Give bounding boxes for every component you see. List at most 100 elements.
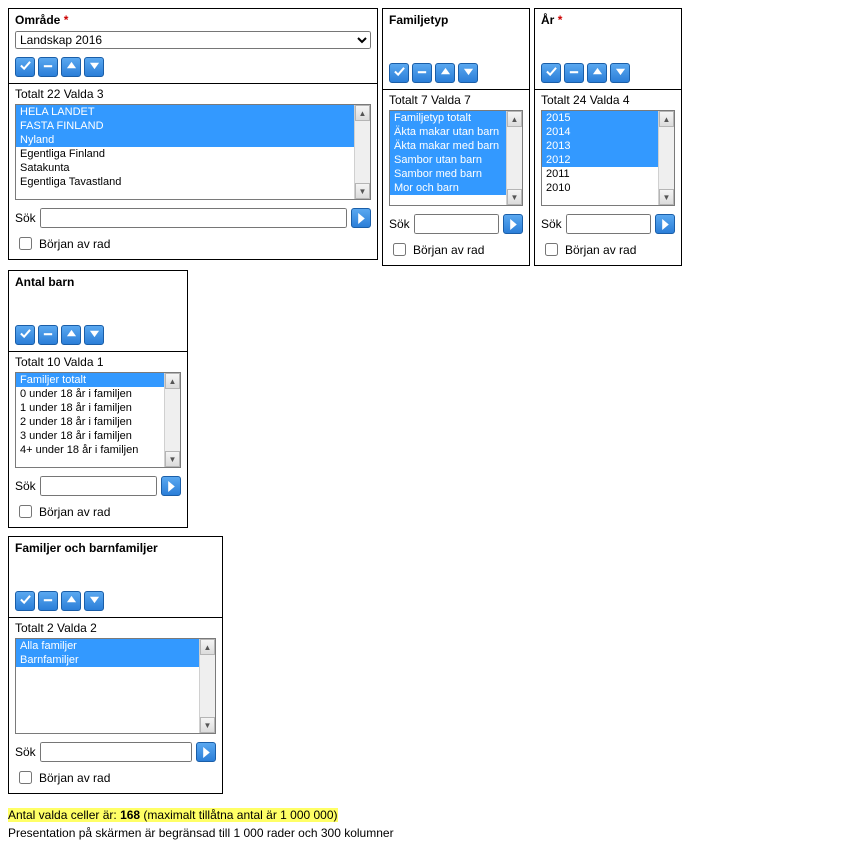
list-item[interactable]: Familjer totalt <box>16 373 164 387</box>
list-item[interactable]: 3 under 18 år i familjen <box>16 429 164 443</box>
list-item[interactable]: 2010 <box>542 181 658 195</box>
list-item[interactable]: Mor och barn <box>390 181 506 195</box>
count-value: 168 <box>120 808 140 822</box>
list-item[interactable]: Sambor med barn <box>390 167 506 181</box>
list-item[interactable]: FASTA FINLAND <box>16 119 354 133</box>
arrow-right-icon <box>660 219 671 230</box>
sort-asc-button[interactable] <box>61 57 81 77</box>
search-input[interactable] <box>40 742 192 762</box>
list-item[interactable]: Barnfamiljer <box>16 653 199 667</box>
listbox-antalbarn[interactable]: Familjer totalt0 under 18 år i familjen1… <box>16 373 164 467</box>
scroll-down-button[interactable]: ▼ <box>659 189 674 205</box>
deselect-all-button[interactable] <box>38 325 58 345</box>
sort-desc-button[interactable] <box>84 57 104 77</box>
sort-desc-button[interactable] <box>84 325 104 345</box>
listbox-wrap: HELA LANDETFASTA FINLANDNylandEgentliga … <box>15 104 371 200</box>
scroll-track[interactable] <box>165 389 180 451</box>
start-of-row-checkbox[interactable] <box>545 243 558 256</box>
omrade-dropdown[interactable]: Landskap 2016 <box>15 31 371 49</box>
scroll-up-button[interactable]: ▲ <box>507 111 522 127</box>
search-go-button[interactable] <box>655 214 675 234</box>
select-all-button[interactable] <box>541 63 561 83</box>
list-item[interactable]: 2014 <box>542 125 658 139</box>
listbox-wrap: 201520142013201220112010 ▲ ▼ <box>541 110 675 206</box>
scrollbar[interactable]: ▲ ▼ <box>506 111 522 205</box>
list-item[interactable]: Familjetyp totalt <box>390 111 506 125</box>
panel-container: Område * Landskap 2016 Totalt 22 Valda 3… <box>8 8 858 794</box>
sort-desc-button[interactable] <box>458 63 478 83</box>
scrollbar[interactable]: ▲ ▼ <box>199 639 215 733</box>
listbox-omrade[interactable]: HELA LANDETFASTA FINLANDNylandEgentliga … <box>16 105 354 199</box>
scroll-up-button[interactable]: ▲ <box>355 105 370 121</box>
select-all-button[interactable] <box>15 57 35 77</box>
list-item[interactable]: 2 under 18 år i familjen <box>16 415 164 429</box>
deselect-all-button[interactable] <box>564 63 584 83</box>
list-item[interactable]: 2015 <box>542 111 658 125</box>
search-input[interactable] <box>40 208 347 228</box>
search-input[interactable] <box>566 214 651 234</box>
list-item[interactable]: Egentliga Finland <box>16 147 354 161</box>
list-item[interactable]: 0 under 18 år i familjen <box>16 387 164 401</box>
list-item[interactable]: Äkta makar med barn <box>390 139 506 153</box>
sort-asc-button[interactable] <box>587 63 607 83</box>
start-of-row-checkbox[interactable] <box>19 771 32 784</box>
search-go-button[interactable] <box>196 742 216 762</box>
list-item[interactable]: Egentliga Tavastland <box>16 175 354 189</box>
sort-asc-button[interactable] <box>61 325 81 345</box>
deselect-all-button[interactable] <box>412 63 432 83</box>
listbox-ar[interactable]: 201520142013201220112010 <box>542 111 658 205</box>
count-suffix: (maximalt tillåtna antal är 1 000 000) <box>140 808 337 822</box>
listbox-familjer[interactable]: Alla familjerBarnfamiljer <box>16 639 199 733</box>
scroll-down-button[interactable]: ▼ <box>165 451 180 467</box>
spacer <box>9 557 222 587</box>
list-item[interactable]: Alla familjer <box>16 639 199 653</box>
scroll-up-button[interactable]: ▲ <box>200 639 215 655</box>
sort-asc-button[interactable] <box>61 591 81 611</box>
search-input[interactable] <box>414 214 499 234</box>
scroll-track[interactable] <box>355 121 370 183</box>
list-item[interactable]: 1 under 18 år i familjen <box>16 401 164 415</box>
search-go-button[interactable] <box>161 476 181 496</box>
panel-title: Familjer och barnfamiljer <box>9 537 222 557</box>
sort-desc-button[interactable] <box>84 591 104 611</box>
start-of-row-checkbox[interactable] <box>19 237 32 250</box>
listbox-wrap: Familjetyp totaltÄkta makar utan barnÄkt… <box>389 110 523 206</box>
list-item[interactable]: HELA LANDET <box>16 105 354 119</box>
scroll-up-button[interactable]: ▲ <box>659 111 674 127</box>
select-all-button[interactable] <box>15 591 35 611</box>
search-go-button[interactable] <box>351 208 371 228</box>
deselect-all-button[interactable] <box>38 591 58 611</box>
check-row: Början av rad <box>9 500 187 527</box>
start-of-row-checkbox[interactable] <box>393 243 406 256</box>
list-item[interactable]: 2012 <box>542 153 658 167</box>
list-item[interactable]: 4+ under 18 år i familjen <box>16 443 164 457</box>
scrollbar[interactable]: ▲ ▼ <box>354 105 370 199</box>
sort-desc-button[interactable] <box>610 63 630 83</box>
list-item[interactable]: Sambor utan barn <box>390 153 506 167</box>
scroll-up-button[interactable]: ▲ <box>165 373 180 389</box>
select-all-button[interactable] <box>389 63 409 83</box>
scrollbar[interactable]: ▲ ▼ <box>658 111 674 205</box>
list-item[interactable]: Äkta makar utan barn <box>390 125 506 139</box>
scroll-track[interactable] <box>507 127 522 189</box>
list-item[interactable]: 2013 <box>542 139 658 153</box>
deselect-all-button[interactable] <box>38 57 58 77</box>
title-text: År <box>541 13 554 27</box>
listbox-familjetyp[interactable]: Familjetyp totaltÄkta makar utan barnÄkt… <box>390 111 506 205</box>
check-icon <box>20 328 31 342</box>
scrollbar[interactable]: ▲ ▼ <box>164 373 180 467</box>
sort-asc-button[interactable] <box>435 63 455 83</box>
start-of-row-checkbox[interactable] <box>19 505 32 518</box>
list-item[interactable]: Satakunta <box>16 161 354 175</box>
search-input[interactable] <box>40 476 157 496</box>
select-all-button[interactable] <box>15 325 35 345</box>
list-item[interactable]: Nyland <box>16 133 354 147</box>
arrow-down-icon <box>89 328 100 342</box>
scroll-down-button[interactable]: ▼ <box>507 189 522 205</box>
scroll-track[interactable] <box>200 655 215 717</box>
scroll-down-button[interactable]: ▼ <box>200 717 215 733</box>
list-item[interactable]: 2011 <box>542 167 658 181</box>
scroll-track[interactable] <box>659 127 674 189</box>
search-go-button[interactable] <box>503 214 523 234</box>
scroll-down-button[interactable]: ▼ <box>355 183 370 199</box>
